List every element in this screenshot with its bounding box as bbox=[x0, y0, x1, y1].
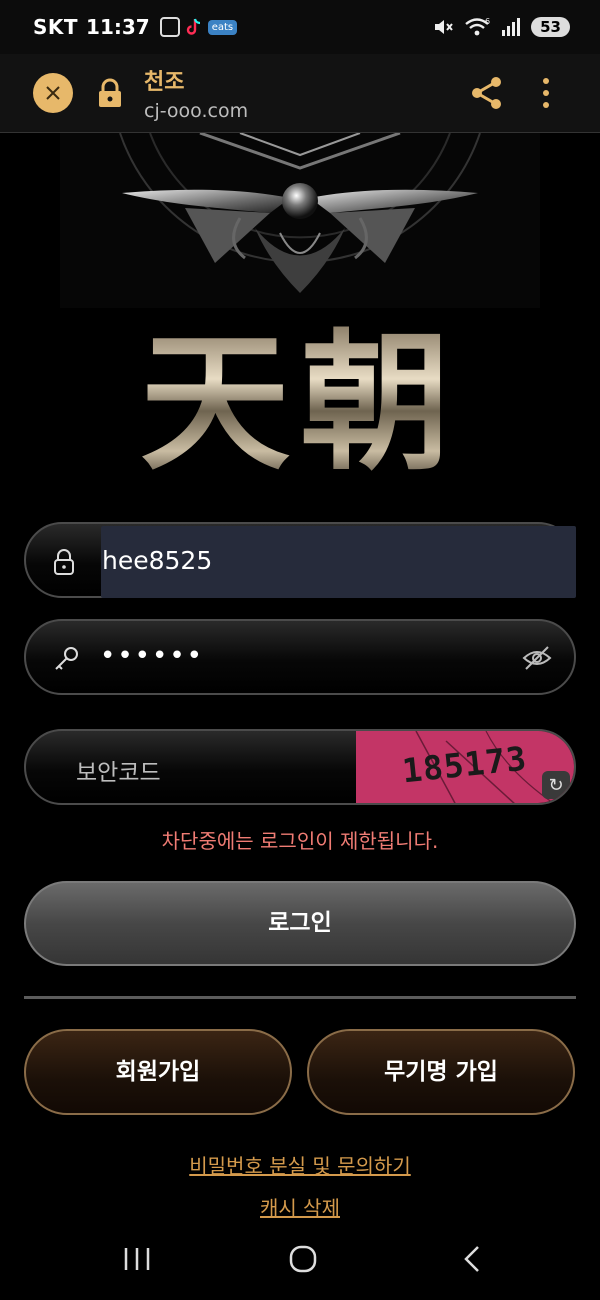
back-button[interactable] bbox=[458, 1244, 488, 1274]
login-notice: 차단중에는 로그인이 제한됩니다. bbox=[161, 829, 439, 853]
screenshot-icon bbox=[159, 17, 180, 37]
lock-icon bbox=[54, 549, 74, 575]
anonymous-join-button[interactable]: 무기명 가입 bbox=[307, 1029, 575, 1115]
password-mask: •••••• bbox=[100, 641, 205, 671]
share-button[interactable] bbox=[470, 76, 504, 114]
hide-password-icon[interactable] bbox=[522, 643, 552, 673]
site-logo-text: 天朝 bbox=[0, 323, 600, 483]
key-icon bbox=[55, 647, 78, 670]
close-icon bbox=[46, 86, 60, 100]
carrier-label: SKT bbox=[33, 15, 79, 39]
emblem-graphic bbox=[60, 133, 540, 308]
more-options-button[interactable] bbox=[538, 76, 554, 114]
url-text[interactable]: cj-ooo.com bbox=[144, 100, 248, 122]
signal-icon bbox=[502, 18, 521, 36]
security-code-placeholder: 보안코드 bbox=[76, 760, 161, 786]
captcha-refresh-button[interactable]: ↻ bbox=[542, 771, 570, 799]
close-button[interactable] bbox=[33, 73, 73, 113]
share-icon bbox=[472, 77, 501, 109]
mute-icon bbox=[435, 20, 453, 34]
divider bbox=[24, 996, 576, 999]
notification-icons: eats bbox=[159, 17, 238, 37]
login-screen: SKT 11:37 eats 6 53 천조 cj-ooo.com 天朝 hee… bbox=[0, 0, 600, 1300]
site-title: 천조 bbox=[144, 70, 185, 95]
hero-banner: 天朝 bbox=[0, 133, 600, 503]
status-bar: SKT 11:37 eats 6 53 bbox=[0, 0, 600, 54]
username-value: hee8525 bbox=[102, 546, 213, 575]
login-button[interactable]: 로그인 bbox=[24, 881, 576, 966]
svg-text:6: 6 bbox=[485, 17, 490, 26]
security-code-field[interactable]: 보안코드 185173 ↻ bbox=[24, 729, 576, 805]
eats-app-icon: eats bbox=[207, 19, 238, 35]
system-nav-bar bbox=[0, 1222, 600, 1300]
browser-toolbar: 천조 cj-ooo.com bbox=[0, 54, 600, 133]
password-field[interactable]: •••••• bbox=[24, 619, 576, 695]
secure-lock-icon[interactable] bbox=[97, 78, 123, 112]
recent-apps-button[interactable] bbox=[122, 1244, 152, 1274]
clock: 11:37 bbox=[86, 15, 150, 39]
cash-delete-link[interactable]: 캐시 삭제 bbox=[0, 1192, 600, 1221]
lock-icon bbox=[99, 78, 121, 107]
password-help-link[interactable]: 비밀번호 분실 및 문의하기 bbox=[0, 1150, 600, 1179]
captcha-image: 185173 ↻ bbox=[356, 731, 574, 803]
home-button[interactable] bbox=[288, 1244, 318, 1274]
member-join-button[interactable]: 회원가입 bbox=[24, 1029, 292, 1115]
system-icons: 6 53 bbox=[433, 17, 570, 37]
tiktok-icon bbox=[186, 18, 200, 35]
wifi-icon: 6 bbox=[465, 17, 490, 36]
username-field[interactable]: hee8525 bbox=[24, 522, 576, 598]
more-vertical-icon bbox=[543, 78, 549, 108]
battery-indicator: 53 bbox=[531, 17, 570, 37]
